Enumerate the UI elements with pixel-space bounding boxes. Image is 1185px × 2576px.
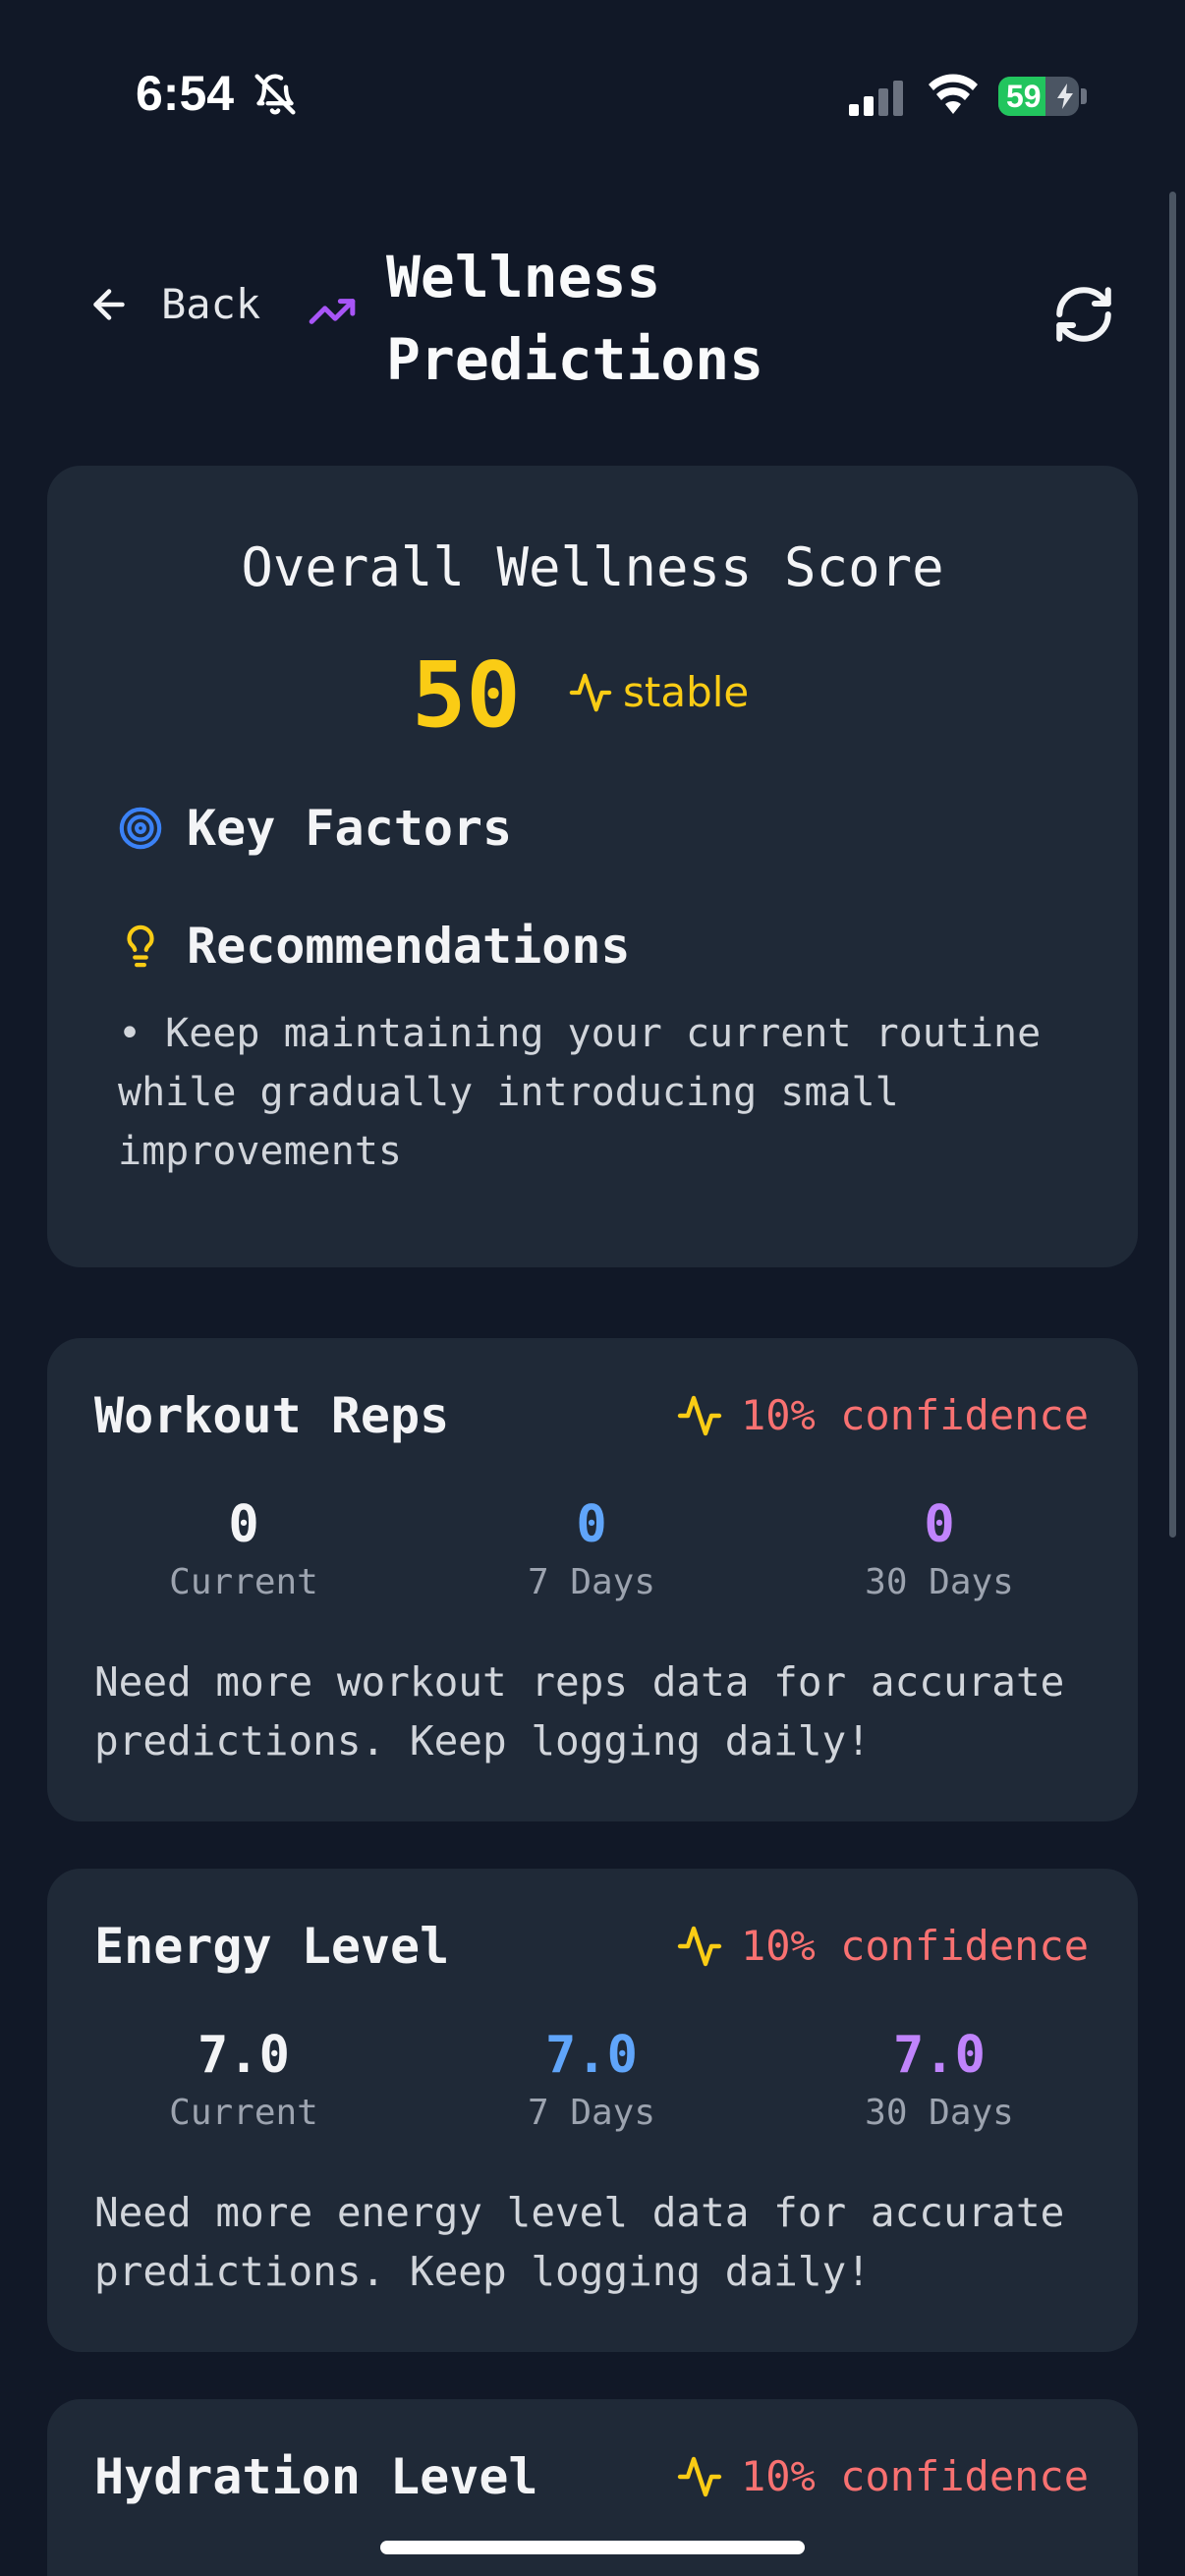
stat-30-days: 7.0 30 Days [792, 2026, 1087, 2133]
metric-name: Hydration Level [94, 2448, 538, 2505]
arrow-left-icon [93, 288, 125, 320]
confidence-badge: 10% confidence [676, 2452, 1089, 2500]
stat-30-days-value: 7.0 [893, 2026, 986, 2085]
metric-name: Energy Level [94, 1918, 450, 1975]
stat-current: 0 Current [96, 1495, 391, 1602]
wifi-icon [929, 74, 978, 114]
lightbulb-icon [127, 924, 154, 968]
metric-name: Workout Reps [94, 1387, 450, 1444]
activity-icon [569, 673, 612, 711]
confidence-badge: 10% confidence [676, 1922, 1089, 1970]
activity-icon [677, 1395, 722, 1435]
stat-7-days-value: 7.0 [545, 2026, 638, 2085]
battery-icon: 59 [998, 77, 1079, 116]
scrollbar[interactable] [1169, 192, 1176, 1538]
stat-7-days-label: 7 Days [527, 2093, 656, 2133]
confidence-label: 10% confidence [740, 1391, 1089, 1439]
stat-current-value: 7.0 [198, 2026, 290, 2085]
stat-7-days-value: 0 [576, 1495, 607, 1554]
stat-current-label: Current [169, 1562, 318, 1602]
metric-description: Need more energy level data for accurate… [94, 2189, 1065, 2295]
overall-wellness-card: Overall Wellness Score 50 stable Key Fac… [47, 466, 1138, 1267]
stat-7-days: 0 7 Days [444, 1495, 739, 1602]
overall-score-value: 50 [412, 643, 521, 748]
page-title: Wellness Predictions [386, 244, 764, 393]
refresh-icon[interactable] [1051, 282, 1116, 347]
activity-icon [677, 1926, 722, 1966]
score-trend-label: stable [623, 668, 750, 716]
key-factors-heading: Key Factors [118, 800, 512, 857]
confidence-label: 10% confidence [740, 1922, 1089, 1970]
signal-icon [849, 81, 903, 116]
recommendation-item: • Keep maintaining your current routine … [118, 1011, 1042, 1174]
charging-bolt-icon [1057, 84, 1073, 109]
key-factors-label: Key Factors [187, 800, 513, 857]
stat-7-days: 7.0 7 Days [444, 2026, 739, 2133]
stat-30-days-value: 0 [924, 1495, 955, 1554]
confidence-label: 10% confidence [740, 2452, 1089, 2500]
target-icon [119, 807, 162, 850]
metric-description: Need more workout reps data for accurate… [94, 1658, 1065, 1764]
stat-current: 7.0 Current [96, 2026, 391, 2133]
battery-percent: 59 [1006, 79, 1042, 114]
overall-score-title: Overall Wellness Score [241, 536, 944, 598]
trending-up-icon [309, 299, 356, 324]
metric-card-energy-level: Energy Level 10% confidence 7.0 Current … [47, 1869, 1138, 2352]
metric-card-workout-reps: Workout Reps 10% confidence 0 Current 0 … [47, 1338, 1138, 1821]
stat-current-value: 0 [228, 1495, 259, 1554]
stat-30-days-label: 30 Days [865, 2093, 1014, 2133]
stat-30-days: 0 30 Days [792, 1495, 1087, 1602]
recommendations-heading: Recommendations [118, 918, 631, 975]
recommendations-label: Recommendations [187, 918, 631, 975]
confidence-badge: 10% confidence [676, 1391, 1089, 1439]
score-trend: stable [568, 668, 749, 716]
activity-icon [677, 2456, 722, 2496]
status-time: 6:54 [136, 66, 235, 121]
stat-current-label: Current [169, 2093, 318, 2133]
home-indicator[interactable] [380, 2541, 805, 2554]
back-label: Back [161, 280, 261, 328]
back-button[interactable]: Back [86, 280, 260, 328]
bell-slash-icon [254, 74, 296, 115]
battery-nub [1081, 88, 1087, 104]
stat-7-days-label: 7 Days [527, 1562, 656, 1602]
stat-30-days-label: 30 Days [865, 1562, 1014, 1602]
